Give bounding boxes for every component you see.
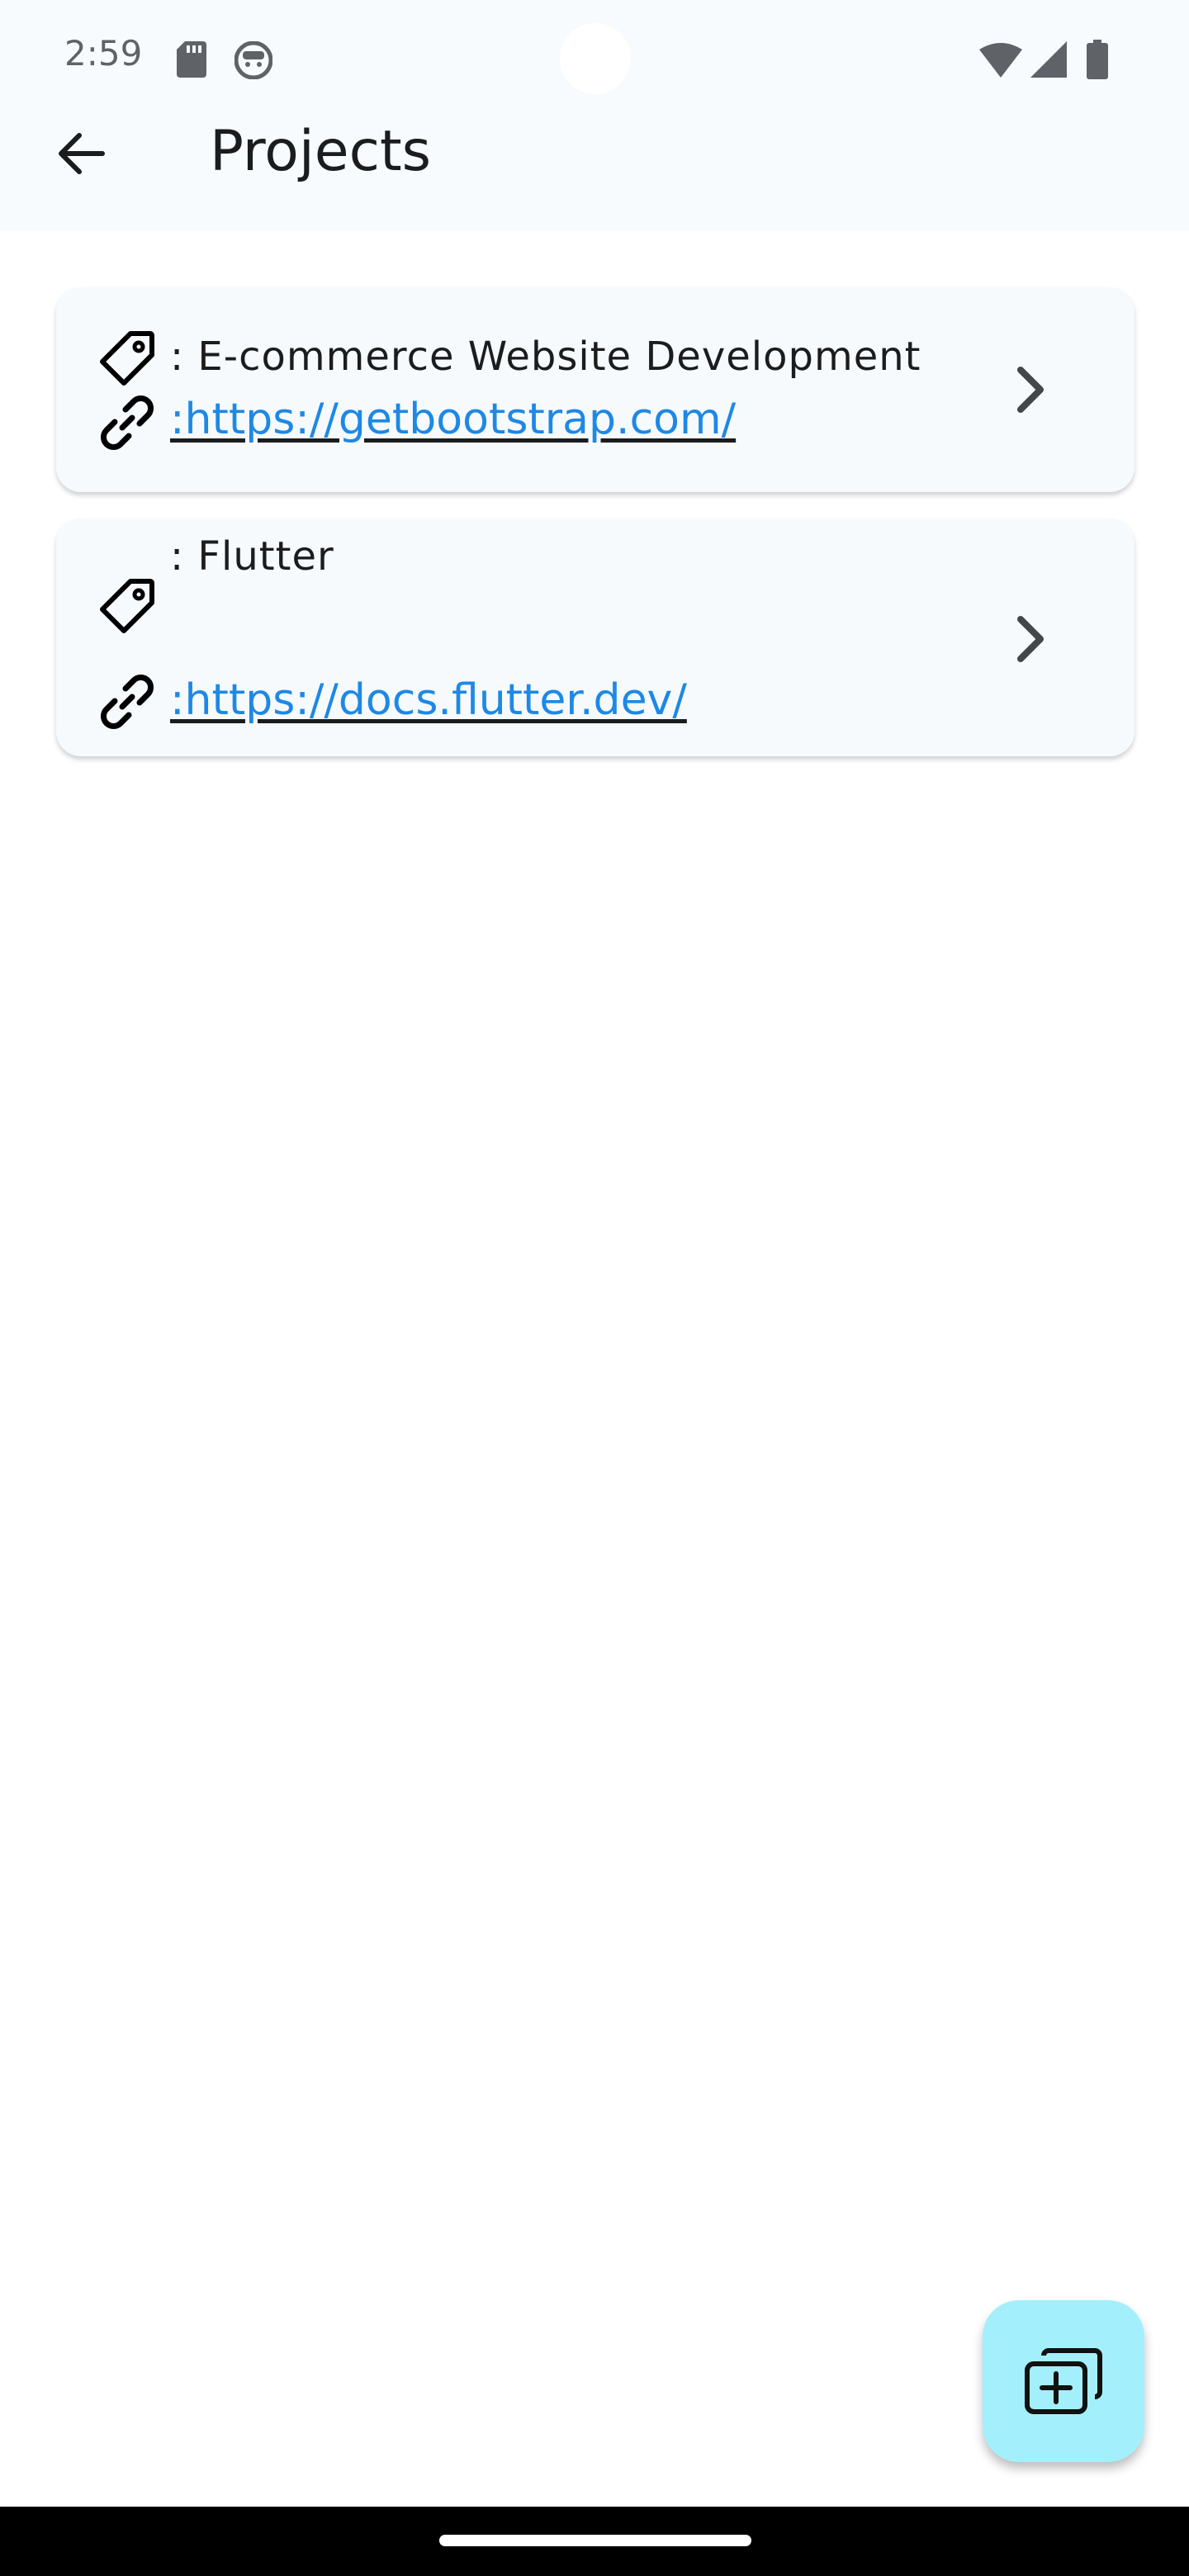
status-time: 2:59 xyxy=(64,33,143,73)
status-bar: 2:59 xyxy=(0,0,1189,119)
project-card[interactable]: : E-commerce Website Development :https:… xyxy=(56,287,1135,492)
wifi-icon xyxy=(979,43,1022,78)
project-card[interactable]: : Flutter :https://docs.flutter.dev/ xyxy=(56,519,1135,756)
link-icon xyxy=(101,395,154,450)
cellular-signal-icon xyxy=(1030,41,1067,78)
camera-cutout xyxy=(560,23,631,94)
back-button[interactable] xyxy=(45,117,117,190)
project-link[interactable]: :https://getbootstrap.com/ xyxy=(170,398,736,441)
project-link[interactable]: :https://docs.flutter.dev/ xyxy=(170,679,687,722)
android-debug-icon xyxy=(234,41,272,79)
arrow-left-icon xyxy=(59,133,105,174)
page-title: Projects xyxy=(210,119,432,184)
tag-icon xyxy=(100,331,154,386)
chevron-right-icon[interactable] xyxy=(997,357,1063,423)
add-project-button[interactable] xyxy=(983,2300,1144,2462)
project-name: : E-commerce Website Development xyxy=(170,334,921,380)
chevron-right-icon[interactable] xyxy=(997,606,1063,672)
app-bar xyxy=(0,119,1189,231)
home-indicator[interactable] xyxy=(439,2535,751,2546)
tag-icon xyxy=(100,579,154,633)
add-collection-icon xyxy=(1025,2348,1102,2414)
project-name: : Flutter xyxy=(170,533,334,580)
battery-icon xyxy=(1087,40,1108,79)
link-icon xyxy=(101,675,154,729)
sd-card-icon xyxy=(177,41,206,78)
